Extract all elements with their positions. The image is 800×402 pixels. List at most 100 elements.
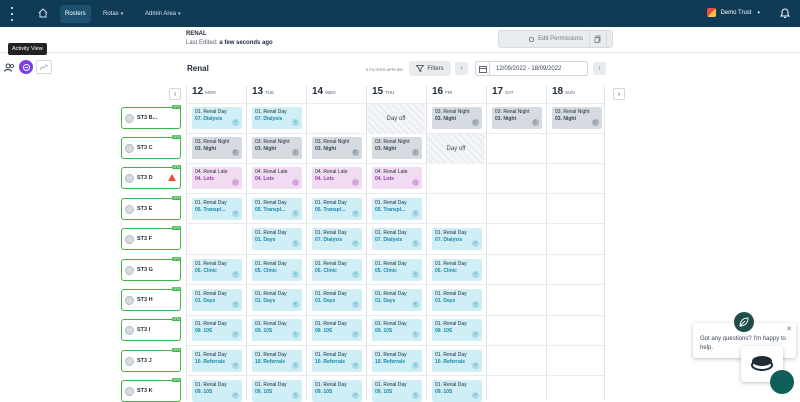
grid-divider — [186, 223, 604, 224]
shift-card[interactable]: 01. Renal Day 09. 10S + — [312, 380, 362, 402]
staff-card[interactable]: ST3 F CPD — [121, 226, 181, 250]
date-range-picker[interactable]: 12/09/2022 - 18/09/2022 — [475, 61, 588, 76]
shift-card[interactable]: 01. Renal Day 05. Clinic + — [252, 259, 302, 281]
staff-card[interactable]: ST3 D CPD — [121, 165, 181, 189]
shift-card[interactable]: 01. Renal Day 09. 10S + — [192, 380, 242, 402]
shift-type-icon: + — [472, 392, 479, 399]
org-switcher[interactable]: Demo Trust ▾ — [707, 8, 760, 17]
menu-dots-icon[interactable] — [9, 7, 15, 21]
nav-admin-area[interactable]: Admin Area ▾ — [140, 5, 186, 23]
shift-card[interactable]: 01. Renal Day 05. Clinic + — [372, 259, 422, 281]
nav-rosters[interactable]: Rosters — [60, 5, 91, 23]
shift-card[interactable]: 01. Renal Day 10. Referrals + — [312, 350, 362, 372]
day-off-block[interactable]: Day off — [427, 134, 485, 164]
day-off-block[interactable]: Day off — [367, 104, 425, 134]
shift-card[interactable]: 01. Renal Day 07. Dialysis + — [192, 107, 242, 129]
staff-card[interactable]: ST3 E CPD — [121, 196, 181, 220]
shift-card[interactable]: 01. Renal Day 09. 10S + — [432, 380, 482, 402]
shift-card[interactable]: 03. Renal Night 03. Night ☾ — [312, 137, 362, 159]
shift-card[interactable]: 04. Renal Late 04. Lots – — [372, 167, 422, 189]
shift-card[interactable]: 01. Renal Day 09. 10S + — [372, 380, 422, 402]
shift-card[interactable]: 01. Renal Day 01. Days + — [432, 289, 482, 311]
shift-card[interactable]: 01. Renal Day 05. Transpl... + — [372, 198, 422, 220]
staff-name: ST3 B... — [137, 115, 158, 121]
staff-card[interactable]: ST3 I CPD — [121, 317, 181, 341]
grid-next-button[interactable]: › — [613, 88, 625, 100]
shift-card[interactable]: 01. Renal Day 05. Transpl... + — [312, 198, 362, 220]
shift-card[interactable]: 03. Renal Night 03. Night ☾ — [492, 107, 542, 129]
filter-icon — [416, 65, 425, 72]
shift-type-icon: + — [352, 362, 359, 369]
shift-card[interactable]: 01. Renal Day 09. 10S + — [312, 319, 362, 341]
nav-admin-area-label: Admin Area — [145, 11, 177, 17]
shift-card[interactable]: 03. Renal Night 03. Night ☾ — [252, 137, 302, 159]
people-view-button[interactable] — [2, 60, 16, 74]
shift-card[interactable]: 01. Renal Day 01. Days + — [252, 289, 302, 311]
next-week-button[interactable]: › — [593, 62, 606, 75]
shift-card[interactable]: 01. Renal Day 05. Clinic + — [312, 259, 362, 281]
shift-card[interactable]: 04. Renal Late 04. Lots – — [192, 167, 242, 189]
staff-card[interactable]: ST3 J CPD — [121, 348, 181, 372]
shift-card[interactable]: 01. Renal Day 05. Clinic + — [432, 259, 482, 281]
staff-name: ST3 I — [137, 327, 151, 333]
shift-card[interactable]: 01. Renal Day 01. Days + — [252, 228, 302, 250]
shift-card[interactable]: 04. Renal Late 04. Lots – — [312, 167, 362, 189]
shift-card[interactable]: 01. Renal Day 09. 10S + — [192, 319, 242, 341]
prev-week-button[interactable]: ‹ — [455, 62, 468, 75]
activity-view-button[interactable] — [19, 60, 33, 74]
shift-card[interactable]: 01. Renal Day 10. Referrals + — [432, 350, 482, 372]
shift-card[interactable]: 03. Renal Night 03. Night ☾ — [552, 107, 602, 129]
shift-card[interactable]: 01. Renal Day 05. Transpl... + — [192, 198, 242, 220]
shift-type-icon: + — [292, 240, 299, 247]
shift-card[interactable]: 01. Renal Day 09. 10S + — [252, 319, 302, 341]
staff-card[interactable]: ST3 G CPD — [121, 257, 181, 281]
copy-button[interactable] — [589, 30, 607, 48]
chat-launcher-button[interactable] — [770, 370, 794, 394]
staff-tag: CPD — [171, 135, 181, 139]
shift-card[interactable]: 01. Renal Day 10. Referrals + — [192, 350, 242, 372]
staff-card[interactable]: ST3 K CPD — [121, 378, 181, 402]
shift-card[interactable]: 01. Renal Day 07. Dialysis + — [252, 107, 302, 129]
shift-card[interactable]: 01. Renal Day 07. Dialysis + — [372, 228, 422, 250]
shift-type-icon: + — [292, 119, 299, 126]
shift-type-icon: + — [472, 331, 479, 338]
shift-type-icon: ☾ — [532, 119, 539, 126]
shift-card[interactable]: 01. Renal Day 09. 10S + — [432, 319, 482, 341]
shift-card[interactable]: 01. Renal Day 01. Days + — [192, 289, 242, 311]
shift-card[interactable]: 01. Renal Day 05. Clinic + — [192, 259, 242, 281]
staff-tag: CPD — [171, 378, 181, 382]
shift-card[interactable]: 04. Renal Late 04. Lots – — [252, 167, 302, 189]
shift-type-icon: + — [232, 119, 239, 126]
shift-card[interactable]: 01. Renal Day 07. Dialysis + — [312, 228, 362, 250]
shift-type-icon: + — [412, 240, 419, 247]
shift-card[interactable]: 03. Renal Night 03. Night ☾ — [432, 107, 482, 129]
bell-icon[interactable] — [778, 6, 792, 20]
shift-type-icon: + — [292, 331, 299, 338]
chart-view-button[interactable] — [36, 60, 52, 74]
shift-type-icon: + — [232, 210, 239, 217]
staff-name: ST3 E — [137, 206, 153, 212]
shift-card[interactable]: 01. Renal Day 01. Days + — [312, 289, 362, 311]
filters-button[interactable]: Filters — [409, 61, 451, 76]
shift-card[interactable]: 03. Renal Night 03. Night ☾ — [372, 137, 422, 159]
staff-card[interactable]: ST3 C CPD — [121, 135, 181, 159]
staff-card[interactable]: ST3 H CPD — [121, 287, 181, 311]
shift-card[interactable]: 01. Renal Day 10. Referrals + — [372, 350, 422, 372]
shift-card[interactable]: 03. Renal Night 03. Night ☾ — [192, 137, 242, 159]
roster-title: Renal — [187, 64, 209, 73]
shift-card[interactable]: 01. Renal Day 10. Referrals + — [252, 350, 302, 372]
staff-card[interactable]: ST3 B... CPD — [121, 105, 181, 129]
home-icon[interactable] — [37, 7, 49, 19]
shift-type-icon: + — [472, 271, 479, 278]
shift-card[interactable]: 01. Renal Day 09. 10S + — [372, 319, 422, 341]
staff-tag: CPD — [171, 196, 181, 200]
day-of-week: WED — [325, 90, 336, 95]
shift-card[interactable]: 01. Renal Day 01. Days + — [372, 289, 422, 311]
staff-tag: CPD — [171, 287, 181, 291]
shift-card[interactable]: 01. Renal Day 05. Transpl... + — [252, 198, 302, 220]
grid-prev-button[interactable]: ‹ — [169, 88, 181, 100]
close-icon[interactable]: ✕ — [786, 325, 792, 334]
shift-card[interactable]: 01. Renal Day 09. 10S + — [252, 380, 302, 402]
nav-rotas[interactable]: Rotas ▾ — [98, 5, 128, 23]
shift-card[interactable]: 01. Renal Day 07. Dialysis + — [432, 228, 482, 250]
